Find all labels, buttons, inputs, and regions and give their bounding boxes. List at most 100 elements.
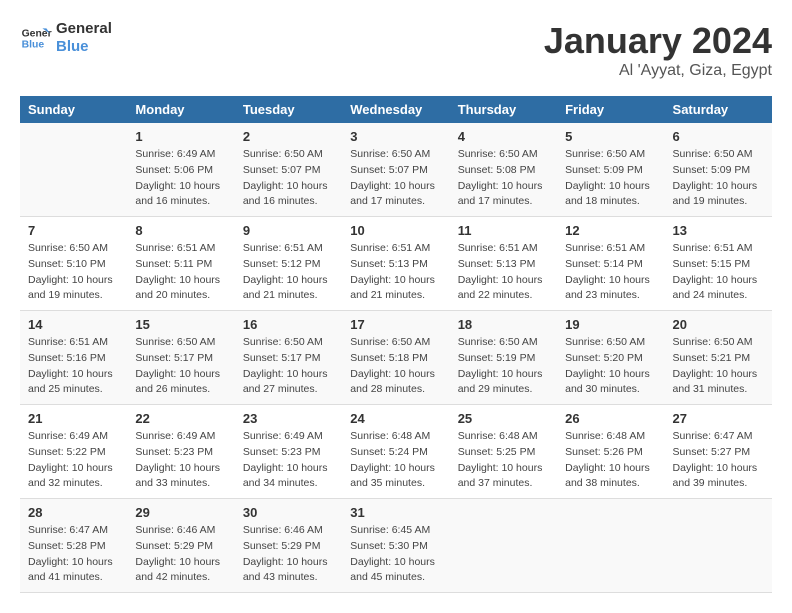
calendar-cell: 1 Sunrise: 6:49 AMSunset: 5:06 PMDaylight… (127, 123, 234, 217)
calendar-cell: 30 Sunrise: 6:46 AMSunset: 5:29 PMDayligh… (235, 499, 342, 593)
logo-blue: Blue (56, 38, 112, 56)
calendar-cell: 21Sunrise: 6:49 AMSunset: 5:22 PMDayligh… (20, 405, 127, 499)
day-number: 9 (243, 223, 334, 238)
calendar-body: 1 Sunrise: 6:49 AMSunset: 5:06 PMDaylight… (20, 123, 772, 593)
calendar-cell: 20 Sunrise: 6:50 AMSunset: 5:21 PMDayligh… (665, 311, 772, 405)
month-title: January 2024 (544, 20, 772, 62)
calendar-cell: 26Sunrise: 6:48 AMSunset: 5:26 PMDayligh… (557, 405, 664, 499)
logo-general: General (56, 20, 112, 38)
day-info: Sunrise: 6:47 AMSunset: 5:27 PMDaylight:… (673, 429, 764, 492)
calendar-cell: 7Sunrise: 6:50 AMSunset: 5:10 PMDaylight… (20, 217, 127, 311)
day-info: Sunrise: 6:51 AMSunset: 5:11 PMDaylight:… (135, 241, 226, 304)
calendar-cell (665, 499, 772, 593)
day-number: 26 (565, 411, 656, 426)
calendar-cell: 5Sunrise: 6:50 AMSunset: 5:09 PMDaylight… (557, 123, 664, 217)
day-info: Sunrise: 6:45 AMSunset: 5:30 PMDaylight:… (350, 523, 441, 586)
day-info: Sunrise: 6:50 AMSunset: 5:09 PMDaylight:… (565, 147, 656, 210)
calendar-cell: 8 Sunrise: 6:51 AMSunset: 5:11 PMDaylight… (127, 217, 234, 311)
day-number: 2 (243, 129, 334, 144)
header-tuesday: Tuesday (235, 96, 342, 123)
day-info: Sunrise: 6:51 AMSunset: 5:14 PMDaylight:… (565, 241, 656, 304)
day-info: Sunrise: 6:51 AMSunset: 5:12 PMDaylight:… (243, 241, 334, 304)
day-number: 27 (673, 411, 764, 426)
week-row-2: 14Sunrise: 6:51 AMSunset: 5:16 PMDayligh… (20, 311, 772, 405)
header-wednesday: Wednesday (342, 96, 449, 123)
day-number: 17 (350, 317, 441, 332)
calendar-cell: 19Sunrise: 6:50 AMSunset: 5:20 PMDayligh… (557, 311, 664, 405)
day-number: 22 (135, 411, 226, 426)
day-info: Sunrise: 6:50 AMSunset: 5:17 PMDaylight:… (135, 335, 226, 398)
week-row-4: 28 Sunrise: 6:47 AMSunset: 5:28 PMDayligh… (20, 499, 772, 593)
day-info: Sunrise: 6:46 AMSunset: 5:29 PMDaylight:… (243, 523, 334, 586)
calendar-cell: 24 Sunrise: 6:48 AMSunset: 5:24 PMDayligh… (342, 405, 449, 499)
day-number: 23 (243, 411, 334, 426)
day-info: Sunrise: 6:51 AMSunset: 5:13 PMDaylight:… (458, 241, 549, 304)
day-info: Sunrise: 6:50 AMSunset: 5:07 PMDaylight:… (350, 147, 441, 210)
page-header: General Blue General Blue January 2024 A… (20, 20, 772, 80)
header-sunday: Sunday (20, 96, 127, 123)
day-info: Sunrise: 6:50 AMSunset: 5:21 PMDaylight:… (673, 335, 764, 398)
header-thursday: Thursday (450, 96, 557, 123)
day-number: 13 (673, 223, 764, 238)
day-number: 15 (135, 317, 226, 332)
logo-icon: General Blue (20, 22, 52, 54)
day-number: 30 (243, 505, 334, 520)
calendar-cell: 13 Sunrise: 6:51 AMSunset: 5:15 PMDayligh… (665, 217, 772, 311)
header-monday: Monday (127, 96, 234, 123)
calendar-cell (450, 499, 557, 593)
day-info: Sunrise: 6:46 AMSunset: 5:29 PMDaylight:… (135, 523, 226, 586)
calendar-cell: 10 Sunrise: 6:51 AMSunset: 5:13 PMDayligh… (342, 217, 449, 311)
day-number: 14 (28, 317, 119, 332)
day-info: Sunrise: 6:50 AMSunset: 5:08 PMDaylight:… (458, 147, 549, 210)
calendar-cell: 4 Sunrise: 6:50 AMSunset: 5:08 PMDaylight… (450, 123, 557, 217)
day-number: 28 (28, 505, 119, 520)
calendar-header-row: SundayMondayTuesdayWednesdayThursdayFrid… (20, 96, 772, 123)
day-info: Sunrise: 6:50 AMSunset: 5:07 PMDaylight:… (243, 147, 334, 210)
header-friday: Friday (557, 96, 664, 123)
day-number: 29 (135, 505, 226, 520)
week-row-1: 7Sunrise: 6:50 AMSunset: 5:10 PMDaylight… (20, 217, 772, 311)
day-number: 18 (458, 317, 549, 332)
day-info: Sunrise: 6:47 AMSunset: 5:28 PMDaylight:… (28, 523, 119, 586)
week-row-0: 1 Sunrise: 6:49 AMSunset: 5:06 PMDaylight… (20, 123, 772, 217)
day-info: Sunrise: 6:51 AMSunset: 5:15 PMDaylight:… (673, 241, 764, 304)
calendar-cell (20, 123, 127, 217)
day-info: Sunrise: 6:50 AMSunset: 5:20 PMDaylight:… (565, 335, 656, 398)
week-row-3: 21Sunrise: 6:49 AMSunset: 5:22 PMDayligh… (20, 405, 772, 499)
day-info: Sunrise: 6:50 AMSunset: 5:19 PMDaylight:… (458, 335, 549, 398)
calendar-cell: 27 Sunrise: 6:47 AMSunset: 5:27 PMDayligh… (665, 405, 772, 499)
calendar-cell: 23 Sunrise: 6:49 AMSunset: 5:23 PMDayligh… (235, 405, 342, 499)
day-number: 31 (350, 505, 441, 520)
day-number: 25 (458, 411, 549, 426)
calendar-cell: 15 Sunrise: 6:50 AMSunset: 5:17 PMDayligh… (127, 311, 234, 405)
calendar-cell: 17Sunrise: 6:50 AMSunset: 5:18 PMDayligh… (342, 311, 449, 405)
calendar-cell: 31 Sunrise: 6:45 AMSunset: 5:30 PMDayligh… (342, 499, 449, 593)
title-block: January 2024 Al 'Ayyat, Giza, Egypt (544, 20, 772, 80)
day-number: 4 (458, 129, 549, 144)
day-number: 8 (135, 223, 226, 238)
day-info: Sunrise: 6:50 AMSunset: 5:17 PMDaylight:… (243, 335, 334, 398)
day-number: 1 (135, 129, 226, 144)
day-number: 11 (458, 223, 549, 238)
day-info: Sunrise: 6:48 AMSunset: 5:24 PMDaylight:… (350, 429, 441, 492)
calendar-cell: 14Sunrise: 6:51 AMSunset: 5:16 PMDayligh… (20, 311, 127, 405)
calendar-cell: 18 Sunrise: 6:50 AMSunset: 5:19 PMDayligh… (450, 311, 557, 405)
day-info: Sunrise: 6:49 AMSunset: 5:22 PMDaylight:… (28, 429, 119, 492)
day-info: Sunrise: 6:51 AMSunset: 5:13 PMDaylight:… (350, 241, 441, 304)
day-info: Sunrise: 6:49 AMSunset: 5:06 PMDaylight:… (135, 147, 226, 210)
day-number: 20 (673, 317, 764, 332)
calendar-cell: 28 Sunrise: 6:47 AMSunset: 5:28 PMDayligh… (20, 499, 127, 593)
calendar-cell: 16Sunrise: 6:50 AMSunset: 5:17 PMDayligh… (235, 311, 342, 405)
calendar-cell: 25Sunrise: 6:48 AMSunset: 5:25 PMDayligh… (450, 405, 557, 499)
header-saturday: Saturday (665, 96, 772, 123)
day-number: 10 (350, 223, 441, 238)
svg-text:Blue: Blue (22, 40, 45, 51)
day-number: 6 (673, 129, 764, 144)
calendar-cell: 11 Sunrise: 6:51 AMSunset: 5:13 PMDayligh… (450, 217, 557, 311)
day-info: Sunrise: 6:49 AMSunset: 5:23 PMDaylight:… (243, 429, 334, 492)
location-title: Al 'Ayyat, Giza, Egypt (544, 62, 772, 80)
day-number: 24 (350, 411, 441, 426)
calendar-cell: 3Sunrise: 6:50 AMSunset: 5:07 PMDaylight… (342, 123, 449, 217)
day-info: Sunrise: 6:50 AMSunset: 5:10 PMDaylight:… (28, 241, 119, 304)
calendar-cell: 9 Sunrise: 6:51 AMSunset: 5:12 PMDaylight… (235, 217, 342, 311)
